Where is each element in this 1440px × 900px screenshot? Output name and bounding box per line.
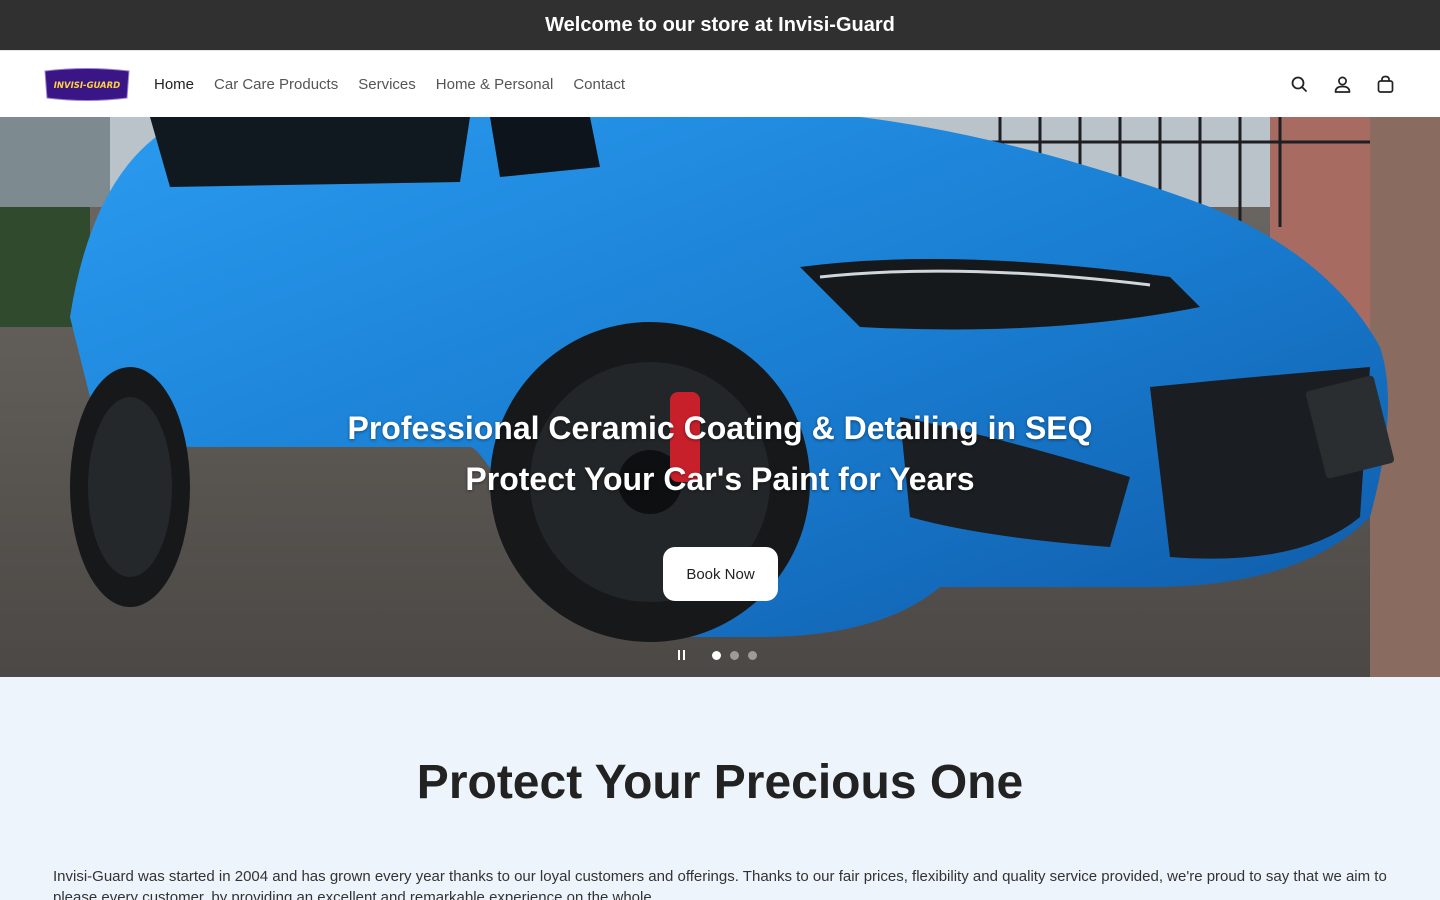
slide-dot-2[interactable] [730, 650, 739, 660]
announcement-bar: Welcome to our store at Invisi-Guard [0, 0, 1440, 50]
nav-car-care-products[interactable]: Car Care Products [214, 76, 338, 93]
nav-services[interactable]: Services [358, 76, 416, 93]
slideshow-controls [674, 647, 757, 663]
book-now-button[interactable]: Book Now [663, 547, 778, 601]
logo[interactable]: INVISI-GUARD [42, 67, 132, 102]
nav-home-personal[interactable]: Home & Personal [436, 76, 554, 93]
about-heading: Protect Your Precious One [416, 756, 1024, 809]
account-icon[interactable] [1332, 74, 1353, 95]
header-icons [1289, 51, 1396, 118]
nav-home[interactable]: Home [154, 76, 194, 93]
logo-image: INVISI-GUARD [44, 68, 130, 101]
nav-contact[interactable]: Contact [573, 76, 625, 93]
hero-slideshow: Professional Ceramic Coating & Detailing… [0, 117, 1440, 677]
logo-text: INVISI-GUARD [54, 81, 121, 91]
slide-dot-1[interactable] [712, 650, 721, 660]
main-nav: Home Car Care Products Services Home & P… [154, 51, 625, 118]
search-icon[interactable] [1289, 74, 1310, 95]
slide-dot-3[interactable] [748, 650, 757, 660]
announcement-text: Welcome to our store at Invisi-Guard [545, 13, 895, 36]
pause-icon[interactable] [674, 648, 688, 662]
hero-heading-line-1: Professional Ceramic Coating & Detailing… [347, 410, 1093, 446]
cart-icon[interactable] [1375, 74, 1396, 95]
site-header: INVISI-GUARD Home Car Care Products Serv… [0, 50, 1440, 117]
about-body-text: Invisi-Guard was started in 2004 and has… [53, 868, 1387, 900]
hero-heading-line-2: Protect Your Car's Paint for Years [465, 461, 975, 497]
